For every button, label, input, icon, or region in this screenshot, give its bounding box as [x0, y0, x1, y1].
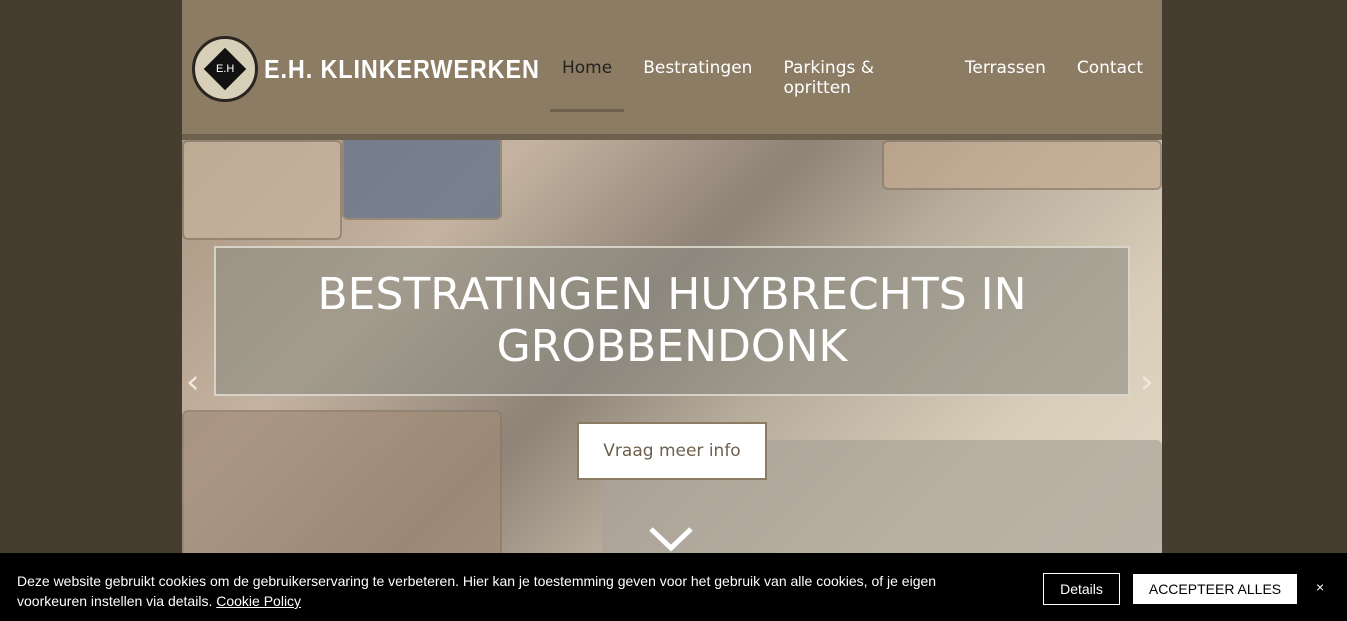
nav-bestratingen[interactable]: Bestratingen [631, 58, 764, 108]
header: E.H E.H. KLINKERWERKEN Home Bestratingen… [182, 0, 1162, 134]
details-button[interactable]: Details [1043, 573, 1120, 605]
close-icon[interactable]: × [1316, 579, 1324, 595]
hero-title-box: BESTRATINGEN HUYBRECHTS IN GROBBENDONK [214, 246, 1130, 396]
cookie-policy-link[interactable]: Cookie Policy [216, 593, 301, 609]
next-slide-icon[interactable]: › [1140, 362, 1154, 402]
hero-title: BESTRATINGEN HUYBRECHTS IN GROBBENDONK [317, 269, 1027, 372]
background-paving [182, 410, 502, 553]
nav-parkings[interactable]: Parkings & opritten [771, 58, 945, 108]
scroll-down-icon[interactable] [648, 524, 694, 553]
request-info-button[interactable]: Vraag meer info [577, 422, 767, 480]
logo[interactable]: E.H [192, 36, 258, 102]
hero-slideshow: BESTRATINGEN HUYBRECHTS IN GROBBENDONK ‹… [182, 140, 1162, 553]
prev-slide-icon[interactable]: ‹ [186, 362, 200, 402]
nav-terrassen[interactable]: Terrassen [953, 58, 1058, 108]
background-person [342, 140, 502, 220]
site: E.H E.H. KLINKERWERKEN Home Bestratingen… [182, 0, 1162, 621]
main-nav: Home Bestratingen Parkings & opritten Te… [550, 58, 1162, 112]
cookie-banner: Deze website gebruikt cookies om de gebr… [0, 553, 1347, 621]
logo-text: E.H [215, 63, 235, 75]
background-paving [882, 140, 1162, 190]
cookie-message: Deze website gebruikt cookies om de gebr… [17, 573, 937, 609]
brand-name[interactable]: E.H. KLINKERWERKEN [264, 54, 540, 85]
nav-home[interactable]: Home [550, 58, 625, 112]
background-paving [182, 140, 342, 240]
nav-contact[interactable]: Contact [1065, 58, 1155, 108]
accept-all-button[interactable]: ACCEPTEER ALLES [1133, 574, 1297, 604]
